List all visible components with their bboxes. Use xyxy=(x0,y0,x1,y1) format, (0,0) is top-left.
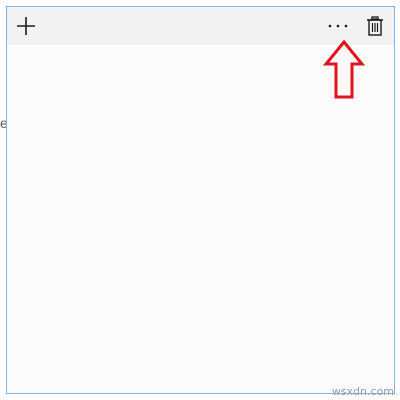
ellipsis-icon xyxy=(328,24,348,28)
page: e wsxdn.com xyxy=(0,0,400,400)
plus-icon xyxy=(17,17,35,35)
new-note-button[interactable] xyxy=(7,7,45,45)
trash-icon xyxy=(367,16,383,36)
watermark: wsxdn.com xyxy=(331,385,394,398)
red-arrow-annotation xyxy=(322,40,366,99)
